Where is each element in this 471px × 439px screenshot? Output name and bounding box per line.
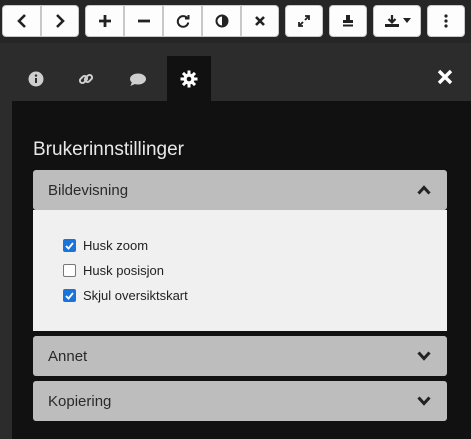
rotate-button[interactable] xyxy=(163,5,202,37)
option-husk-posisjon[interactable]: Husk posisjon xyxy=(63,263,164,278)
accordion-header-annet[interactable]: Annet xyxy=(33,336,447,376)
accordion-label: Annet xyxy=(48,347,88,365)
tab-settings[interactable] xyxy=(167,56,211,101)
more-button[interactable] xyxy=(427,5,465,37)
close-panel-button[interactable] xyxy=(433,65,457,89)
vertical-dots-icon xyxy=(444,14,448,28)
tab-info[interactable] xyxy=(14,56,58,101)
contrast-button[interactable] xyxy=(202,5,241,37)
chevron-left-icon xyxy=(16,14,26,28)
accordion-label: Bildevisning xyxy=(48,181,129,199)
checkbox-checked[interactable] xyxy=(63,289,76,302)
option-label: Husk posisjon xyxy=(83,263,164,278)
checkbox-unchecked[interactable] xyxy=(63,264,76,277)
settings-content: Brukerinnstillinger Bildevisning Husk zo… xyxy=(12,101,471,439)
option-label: Husk zoom xyxy=(83,238,149,253)
stamp-icon xyxy=(343,15,353,27)
minus-icon xyxy=(137,19,150,23)
zoom-in-button[interactable] xyxy=(85,5,124,37)
checkmark-icon xyxy=(65,291,74,300)
previous-button[interactable] xyxy=(2,5,41,37)
accordion-label: Kopiering xyxy=(48,392,112,410)
info-icon xyxy=(28,71,44,86)
rotate-icon xyxy=(176,15,189,28)
gear-icon xyxy=(180,70,198,87)
chevron-down-icon xyxy=(417,351,431,361)
tab-comments[interactable] xyxy=(116,56,160,101)
page-title: Brukerinnstillinger xyxy=(33,139,185,160)
panel-tabs xyxy=(0,43,471,101)
next-button[interactable] xyxy=(41,5,79,37)
checkmark-icon xyxy=(65,241,74,250)
fullscreen-button[interactable] xyxy=(285,5,323,37)
accordion-header-kopiering[interactable]: Kopiering xyxy=(33,381,447,421)
close-icon xyxy=(437,69,453,85)
chevron-down-icon xyxy=(417,396,431,406)
download-button[interactable] xyxy=(373,5,421,37)
chevron-up-icon xyxy=(417,185,431,195)
comment-icon xyxy=(130,73,146,86)
zoom-out-button[interactable] xyxy=(124,5,163,37)
download-icon xyxy=(384,15,399,27)
caret-down-icon xyxy=(402,18,411,23)
reset-button[interactable] xyxy=(241,5,279,37)
accordion-body-bildevisning: Husk zoom Husk posisjon Skjul oversiktsk… xyxy=(33,210,447,331)
link-icon xyxy=(78,73,94,84)
checkbox-checked[interactable] xyxy=(63,239,76,252)
accordion-header-bildevisning[interactable]: Bildevisning xyxy=(33,170,447,210)
plus-icon xyxy=(98,15,111,27)
tab-link[interactable] xyxy=(64,56,108,101)
option-husk-zoom[interactable]: Husk zoom xyxy=(63,238,148,253)
option-label: Skjul oversiktskart xyxy=(83,288,188,303)
close-icon xyxy=(255,16,265,26)
option-skjul-oversiktskart[interactable]: Skjul oversiktskart xyxy=(63,288,188,303)
viewer-toolbar xyxy=(0,0,471,43)
chevron-right-icon xyxy=(56,14,65,28)
side-panel: Brukerinnstillinger Bildevisning Husk zo… xyxy=(0,43,471,439)
expand-icon xyxy=(298,15,310,27)
stamp-button[interactable] xyxy=(329,5,367,37)
contrast-icon xyxy=(215,14,228,28)
